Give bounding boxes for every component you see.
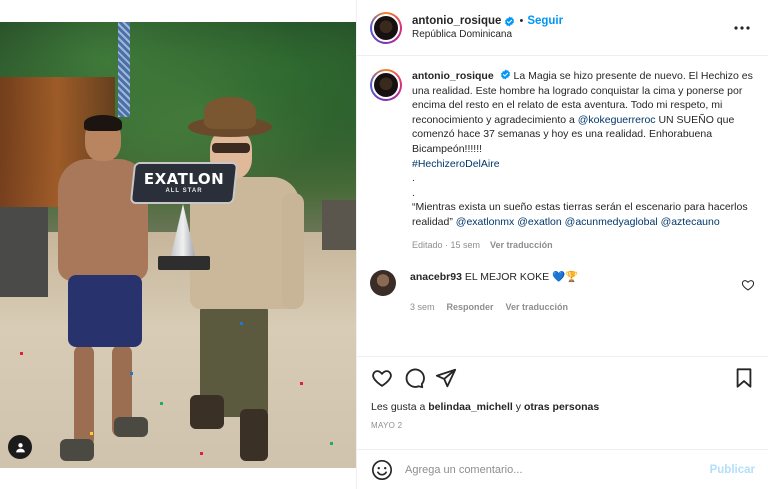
- mention-link[interactable]: @acunmedyaglobal: [565, 216, 658, 228]
- commenter-username[interactable]: anacebr93: [410, 271, 462, 283]
- metal-truss: [118, 22, 130, 117]
- comment-meta: 3 sem Responder Ver traducción: [410, 300, 741, 314]
- likes-others[interactable]: otras personas: [524, 401, 599, 413]
- more-horizontal-icon: [734, 25, 750, 30]
- caption-body: antonio_rosique La Magia se hizo present…: [412, 69, 755, 252]
- like-heart-icon[interactable]: [371, 367, 393, 389]
- caption-avatar[interactable]: [370, 69, 402, 101]
- post-media: EXATLON ALL STAR: [0, 0, 356, 489]
- separator-dot: •: [519, 15, 524, 27]
- instagram-post-window: EXATLON ALL STAR antonio_rosique • Segui…: [0, 0, 768, 489]
- comment-like-heart-icon[interactable]: [741, 278, 755, 292]
- comment-text: EL MEJOR KOKE 💙🏆: [464, 271, 579, 284]
- tagged-users-button[interactable]: [8, 435, 32, 459]
- mention-link[interactable]: @exatlon: [517, 216, 562, 228]
- mention-link[interactable]: @kokeguerreroc: [578, 114, 656, 126]
- comments-section: antonio_rosique La Magia se hizo present…: [357, 57, 768, 355]
- mention-link[interactable]: @aztecauno: [661, 216, 720, 228]
- mention-link[interactable]: @exatlonmx: [456, 216, 515, 228]
- verified-badge-icon: [500, 69, 510, 80]
- post-date[interactable]: MAYO 2: [371, 421, 755, 430]
- trophy: EXATLON ALL STAR: [129, 152, 239, 272]
- caption-username[interactable]: antonio_rosique: [412, 70, 494, 82]
- publish-comment-button[interactable]: Publicar: [710, 464, 755, 476]
- save-bookmark-icon[interactable]: [733, 367, 755, 389]
- more-options-button[interactable]: [730, 18, 754, 38]
- comment-body: anacebr93 EL MEJOR KOKE 💙🏆 3 sem Respond…: [410, 270, 741, 314]
- caption-meta: Editado · 15 sem Ver traducción: [412, 238, 755, 253]
- post-photo[interactable]: EXATLON ALL STAR: [0, 22, 356, 468]
- likes-summary: Les gusta a belindaa_michell y otras per…: [371, 401, 755, 413]
- stand: [322, 200, 356, 250]
- post-location[interactable]: República Dominicana: [412, 29, 730, 40]
- comment-bubble-icon[interactable]: [403, 367, 425, 389]
- emoji-icon[interactable]: [371, 459, 393, 481]
- trophy-subtitle: ALL STAR: [165, 188, 203, 194]
- reply-button[interactable]: Responder: [447, 300, 494, 314]
- post-actions: Les gusta a belindaa_michell y otras per…: [357, 356, 768, 448]
- likes-prefix: Les gusta a: [371, 401, 426, 413]
- caption-separator: .: [412, 186, 415, 199]
- table: [0, 207, 48, 297]
- comment-item: anacebr93 EL MEJOR KOKE 💙🏆 3 sem Respond…: [370, 270, 755, 314]
- caption-edited-time[interactable]: Editado · 15 sem: [412, 238, 480, 253]
- comment-time[interactable]: 3 sem: [410, 300, 435, 314]
- caption: antonio_rosique La Magia se hizo present…: [370, 69, 755, 252]
- comment-translate-button[interactable]: Ver traducción: [506, 300, 569, 314]
- post-details: antonio_rosique • Seguir República Domin…: [356, 0, 768, 489]
- caption-translate-button[interactable]: Ver traducción: [490, 238, 553, 253]
- trophy-title: EXATLON: [143, 170, 225, 188]
- commenter-avatar[interactable]: [370, 270, 396, 297]
- caption-separator: .: [412, 172, 415, 185]
- author-username[interactable]: antonio_rosique: [412, 15, 501, 27]
- author-avatar[interactable]: [370, 11, 402, 44]
- comment-input[interactable]: [405, 463, 710, 476]
- likes-connector: y: [515, 401, 522, 413]
- likes-user[interactable]: belindaa_michell: [428, 401, 513, 413]
- follow-button[interactable]: Seguir: [527, 15, 563, 27]
- hashtag-link[interactable]: #HechizeroDelAire: [412, 158, 500, 170]
- user-icon: [15, 442, 25, 452]
- post-header: antonio_rosique • Seguir República Domin…: [357, 0, 768, 56]
- verified-badge-icon: [505, 15, 515, 27]
- share-send-icon[interactable]: [435, 367, 457, 389]
- add-comment-bar: Publicar: [357, 449, 768, 489]
